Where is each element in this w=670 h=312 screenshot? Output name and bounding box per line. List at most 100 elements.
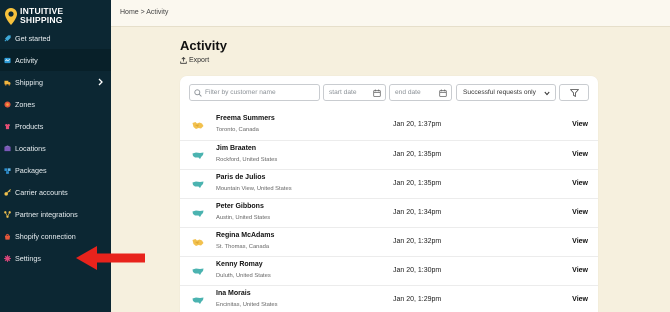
activity-icon [4,57,11,63]
activity-row[interactable]: Regina McAdams St. Thomas, Canada Jan 20… [180,227,598,256]
upload-icon [180,57,187,64]
customer-location: Rockford, United States [216,157,278,163]
gear-icon [4,254,11,262]
activity-card: start date end date Successful requests … [180,76,598,312]
sidebar-item-zones[interactable]: Zones [0,93,111,115]
canada-flag-icon [192,239,204,246]
locations-icon [4,144,11,151]
request-timestamp: Jan 20, 1:30pm [393,267,442,274]
brand-name-line2: SHIPPING [20,15,63,25]
search-icon [194,89,202,97]
shipping-icon [4,80,11,86]
start-date-picker[interactable]: start date [323,84,386,101]
customer-location: Toronto, Canada [216,127,259,133]
customer-location: Duluth, United States [216,273,271,279]
search-field[interactable] [189,84,320,101]
sidebar-item-partner-integrations[interactable]: Partner integrations [0,203,111,225]
activity-row[interactable]: Peter Gibbons Austin, United States Jan … [180,198,598,227]
sidebar-item-label: Carrier accounts [15,187,68,197]
integrations-icon [4,210,11,218]
sidebar-item-label: Products [15,121,44,131]
start-date-placeholder: start date [329,89,357,96]
brand-logo[interactable]: INTUITIVE SHIPPING [5,5,63,27]
top-bar: Home > Activity [111,0,670,27]
end-date-placeholder: end date [395,89,421,96]
usa-flag-icon [192,181,204,188]
view-link[interactable]: View [572,296,588,303]
activity-row[interactable]: Freema Summers Toronto, Canada Jan 20, 1… [180,111,598,140]
customer-name: Kenny Romay [216,261,263,268]
sidebar-item-label: Zones [15,99,35,109]
sidebar-item-carrier-accounts[interactable]: Carrier accounts [0,181,111,203]
zones-icon [4,100,11,108]
sidebar-item-shipping[interactable]: Shipping [0,71,111,93]
sidebar-item-label: Partner integrations [15,209,78,219]
sidebar-item-label: Shipping [15,77,43,87]
calendar-icon [439,89,447,97]
sidebar-item-label: Get started [15,33,51,43]
sidebar-item-label: Settings [15,253,41,263]
sidebar-item-label: Packages [15,165,47,175]
sidebar-item-packages[interactable]: Packages [0,159,111,181]
activity-row[interactable]: Paris de Julios Mountain View, United St… [180,169,598,198]
sidebar-item-get-started[interactable]: Get started [0,27,111,49]
request-status-value: Successful requests only [463,89,536,96]
calendar-icon [373,89,381,97]
chevron-down-icon [544,91,550,96]
sidebar-item-activity[interactable]: Activity [0,49,111,71]
chevron-right-icon [98,78,103,86]
customer-location: Encinitas, United States [216,302,278,308]
usa-flag-icon [192,152,204,159]
sidebar-item-label: Locations [15,143,46,153]
packages-icon [4,167,11,174]
page-title: Activity [180,38,227,53]
sidebar-item-products[interactable]: Products [0,115,111,137]
customer-name: Freema Summers [216,115,275,122]
request-timestamp: Jan 20, 1:37pm [393,121,442,128]
view-link[interactable]: View [572,121,588,128]
request-status-select[interactable]: Successful requests only [456,84,556,101]
request-timestamp: Jan 20, 1:34pm [393,209,442,216]
usa-flag-icon [192,210,204,217]
products-icon [4,123,11,129]
view-link[interactable]: View [572,238,588,245]
end-date-picker[interactable]: end date [389,84,452,101]
customer-name: Ina Morais [216,290,251,297]
customer-name: Paris de Julios [216,174,266,181]
export-label: Export [189,57,210,64]
usa-flag-icon [192,268,204,275]
customer-search-input[interactable] [205,89,317,96]
customer-name: Peter Gibbons [216,203,264,210]
customer-name: Regina McAdams [216,232,275,239]
view-link[interactable]: View [572,151,588,158]
request-timestamp: Jan 20, 1:29pm [393,296,442,303]
view-link[interactable]: View [572,267,588,274]
customer-location: Mountain View, United States [216,186,292,192]
customer-location: Austin, United States [216,215,271,221]
request-timestamp: Jan 20, 1:35pm [393,180,442,187]
export-button[interactable]: Export [180,57,209,64]
usa-flag-icon [192,297,204,304]
location-pin-icon [5,7,17,25]
annotation-arrow-icon [76,246,145,270]
sidebar-item-label: Activity [15,55,38,65]
canada-flag-icon [192,122,204,129]
customer-name: Jim Braaten [216,145,257,152]
view-link[interactable]: View [572,209,588,216]
sidebar-item-locations[interactable]: Locations [0,137,111,159]
shopify-icon [4,233,11,240]
activity-row[interactable]: Kenny Romay Duluth, United States Jan 20… [180,256,598,285]
breadcrumb[interactable]: Home > Activity [120,9,168,16]
activity-row[interactable]: Jim Braaten Rockford, United States Jan … [180,140,598,169]
sidebar-item-label: Shopify connection [15,231,76,241]
filter-button[interactable] [559,84,589,101]
activity-list: Freema Summers Toronto, Canada Jan 20, 1… [180,111,598,312]
view-link[interactable]: View [572,180,588,187]
key-icon [4,188,11,196]
funnel-icon [569,88,579,97]
request-timestamp: Jan 20, 1:35pm [393,151,442,158]
rocket-icon [4,34,11,41]
request-timestamp: Jan 20, 1:32pm [393,238,442,245]
activity-row[interactable]: Ina Morais Encinitas, United States Jan … [180,285,598,312]
customer-location: St. Thomas, Canada [216,244,270,250]
